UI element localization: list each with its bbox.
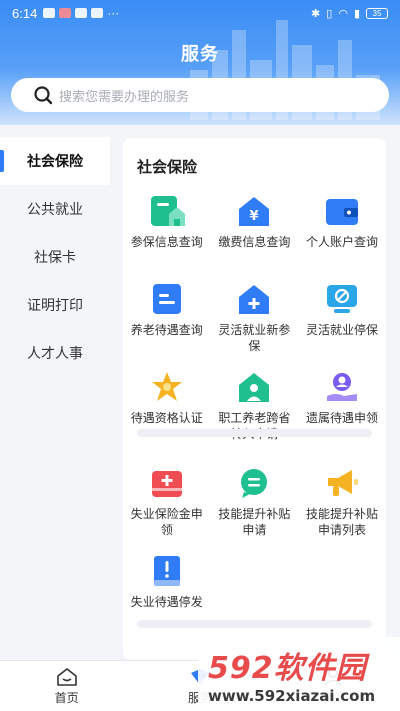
watermark-url: www.592xiazai.com xyxy=(208,687,376,705)
service-grid-2: 失业保险金申领 技能提升补贴申请 技能提升补贴申请列表 失业待遇停发 xyxy=(123,464,386,640)
vibrate-icon: ▯ xyxy=(326,7,333,20)
chat-equal-icon xyxy=(241,469,268,498)
service-item[interactable]: 职工养老跨省转入申请 xyxy=(211,368,299,456)
service-item[interactable]: 养老待遇查询 xyxy=(123,280,211,368)
home-icon xyxy=(56,667,77,686)
search-input[interactable]: 搜索您需要办理的服务 xyxy=(11,78,389,112)
section-divider xyxy=(137,620,372,628)
status-bar: 6:14 ··· ✱ ▯ ◠ ▮ 35 xyxy=(0,0,400,26)
stop-screen-icon xyxy=(326,285,357,313)
document-icon xyxy=(152,284,181,314)
service-label: 技能提升补贴申请列表 xyxy=(305,507,378,537)
medical-box-icon xyxy=(151,471,182,497)
page-title: 服务 xyxy=(181,44,219,65)
service-item[interactable]: 参保信息查询 xyxy=(123,192,211,280)
service-label: 灵活就业停保 xyxy=(305,323,378,337)
sidebar-item-public-employment[interactable]: 公共就业 xyxy=(0,185,110,233)
megaphone-icon xyxy=(327,470,358,496)
service-item[interactable]: 技能提升补贴申请 xyxy=(211,464,299,552)
header: 6:14 ··· ✱ ▯ ◠ ▮ 35 服务 搜索您需要办理的服务 xyxy=(0,0,400,125)
sidebar-item-certificate-print[interactable]: 证明打印 xyxy=(0,281,110,329)
battery-icon: 35 xyxy=(366,7,388,19)
section-title: 社会保险 xyxy=(137,158,198,176)
service-label: 失业待遇停发 xyxy=(130,595,203,609)
house-plus-icon xyxy=(239,285,270,314)
service-label: 遗属待遇申领 xyxy=(305,411,378,425)
service-item[interactable]: 待遇资格认证 xyxy=(123,368,211,456)
sidebar-item-label: 人才人事 xyxy=(27,346,83,362)
service-item[interactable]: ¥ 缴费信息查询 xyxy=(211,192,299,280)
service-label: 养老待遇查询 xyxy=(130,323,203,337)
nav-label: 首页 xyxy=(54,690,79,705)
watermark: 592软件园 www.592xiazai.com xyxy=(198,637,400,711)
sidebar-item-talent-personnel[interactable]: 人才人事 xyxy=(0,329,110,377)
service-label: 个人账户查询 xyxy=(305,235,378,249)
yuan-house-icon: ¥ xyxy=(239,197,270,226)
svg-text:¥: ¥ xyxy=(250,209,259,224)
service-item[interactable]: 灵活就业停保 xyxy=(298,280,386,368)
service-item[interactable]: 灵活就业新参保 xyxy=(211,280,299,368)
sidebar-item-social-security-card[interactable]: 社保卡 xyxy=(0,233,110,281)
wallet-icon xyxy=(325,199,358,225)
notification-icon xyxy=(43,8,56,18)
house-person-icon xyxy=(239,373,270,402)
signal-icon: ▮ xyxy=(353,7,360,20)
service-label: 职工养老跨省转入申请 xyxy=(218,411,291,441)
nav-home[interactable]: 首页 xyxy=(0,661,133,711)
service-panel: 社会保险 参保信息查询 ¥ 缴费信息查询 个人账户查询 养老待遇查询 灵活就业新… xyxy=(123,138,386,660)
service-item[interactable]: 个人账户查询 xyxy=(298,192,386,280)
status-time: 6:14 xyxy=(12,5,38,21)
service-item[interactable]: 遗属待遇申领 xyxy=(298,368,386,456)
watermark-brand: 592软件园 xyxy=(208,651,367,686)
category-sidebar: 社会保险 公共就业 社保卡 证明打印 人才人事 xyxy=(0,125,110,660)
notification-icon xyxy=(75,8,88,18)
service-label: 待遇资格认证 xyxy=(130,411,203,425)
service-label: 参保信息查询 xyxy=(130,235,203,249)
more-notifications-icon: ··· xyxy=(107,6,120,20)
notification-icons: ··· xyxy=(43,6,119,20)
service-item[interactable]: 失业保险金申领 xyxy=(123,464,211,552)
sidebar-item-label: 证明打印 xyxy=(27,298,83,314)
id-card-home-icon xyxy=(150,196,185,226)
sidebar-item-label: 公共就业 xyxy=(27,202,83,218)
search-placeholder: 搜索您需要办理的服务 xyxy=(59,89,190,105)
service-label: 失业保险金申领 xyxy=(130,507,203,537)
service-label: 技能提升补贴申请 xyxy=(218,507,291,537)
sidebar-item-label: 社会保险 xyxy=(27,154,83,170)
section-divider xyxy=(137,429,372,437)
notification-icon xyxy=(91,8,104,18)
sidebar-item-label: 社保卡 xyxy=(34,250,76,266)
wifi-icon: ◠ xyxy=(338,7,348,20)
service-grid-1: 参保信息查询 ¥ 缴费信息查询 个人账户查询 养老待遇查询 灵活就业新参保 灵活… xyxy=(123,192,386,456)
notification-icon xyxy=(59,8,72,18)
search-icon xyxy=(34,86,53,105)
person-hand-icon xyxy=(326,373,357,401)
service-item[interactable]: 技能提升补贴申请列表 xyxy=(298,464,386,552)
service-label: 缴费信息查询 xyxy=(218,235,291,249)
star-badge-icon xyxy=(151,372,182,401)
service-label: 灵活就业新参保 xyxy=(218,323,291,353)
bluetooth-icon: ✱ xyxy=(311,7,321,20)
notice-book-icon xyxy=(153,556,180,586)
sidebar-item-social-insurance[interactable]: 社会保险 xyxy=(0,137,110,185)
